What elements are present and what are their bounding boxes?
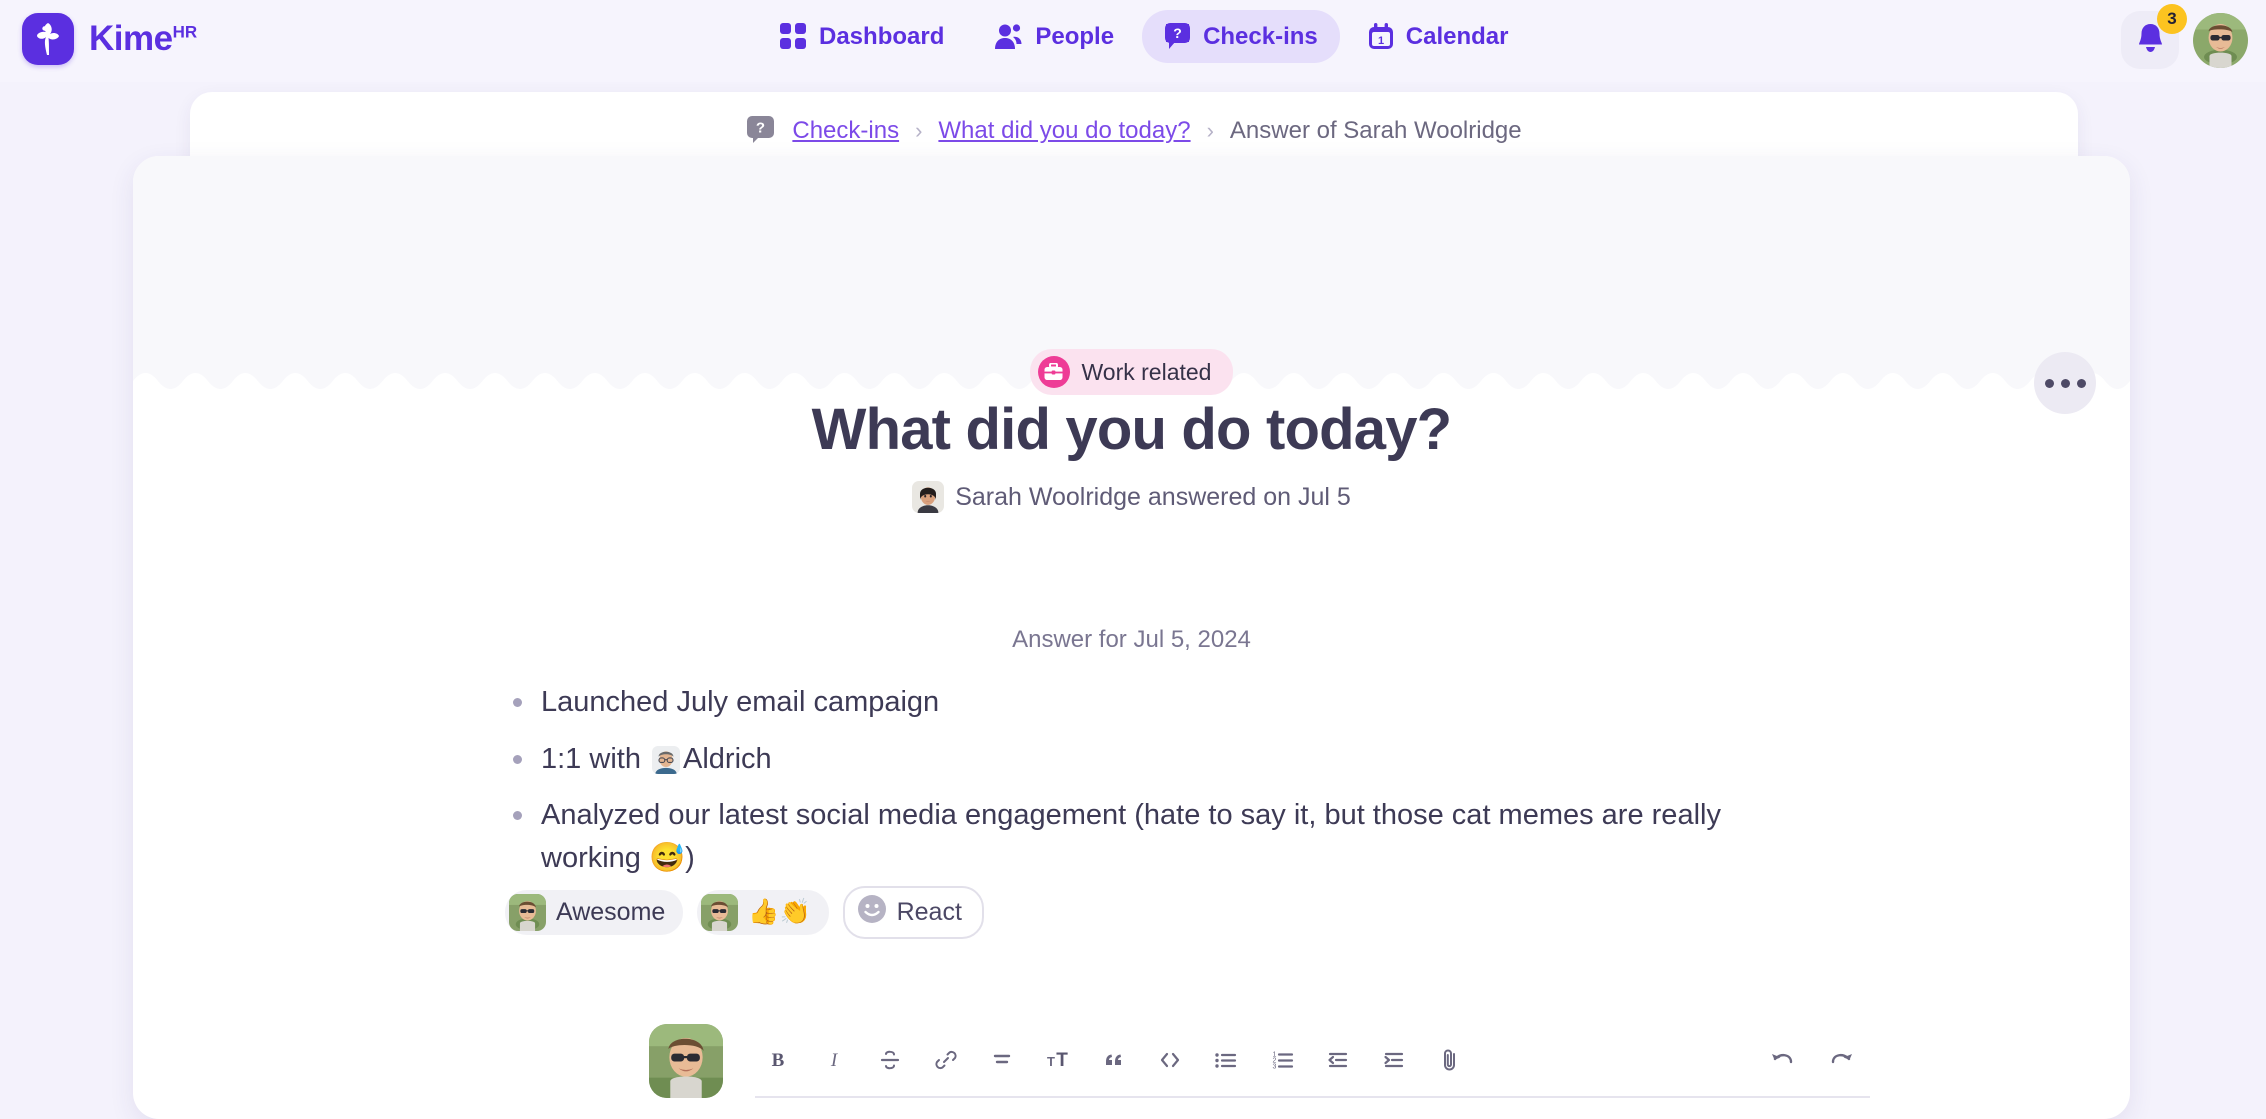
dot [2060,378,2070,388]
nav-item-people[interactable]: People [972,11,1136,63]
nav-label-check-ins: Check-ins [1203,22,1318,50]
breadcrumb-separator: › [1206,118,1214,143]
nav-item-dashboard[interactable]: Dashboard [758,11,966,63]
answer-bullet-text: 1:1 with [541,742,649,775]
author-line: Sarah Woolridge answered on Jul 5 [133,481,2130,513]
outdent-button[interactable] [1315,1037,1361,1083]
nav-right-cluster: 3 [2121,4,2248,69]
strikethrough-button[interactable] [867,1037,913,1083]
svg-text:?: ? [1173,25,1182,41]
status-badge: Work related [1029,349,1234,395]
link-button[interactable] [923,1037,969,1083]
mention-name[interactable]: Aldrich [683,743,772,775]
nav-label-calendar: Calendar [1405,22,1509,50]
editor-toolbar: B I T T 1 2 3 [755,1024,1870,1098]
svg-text:T: T [1047,1054,1055,1069]
briefcase-icon [1037,356,1070,388]
breadcrumb-current: Answer of Sarah Woolridge [1229,117,1522,144]
code-button[interactable] [1147,1037,1193,1083]
answer-bullet-text: Analyzed our latest social media engagem… [541,799,1721,874]
answer-bullet-text: Launched July email campaign [541,686,940,718]
svg-text:?: ? [756,120,765,137]
brand-name: KimeHR [89,19,197,59]
attachment-button[interactable] [1427,1037,1473,1083]
comment-editor: B I T T 1 2 3 [755,1024,1870,1119]
question-bubble-icon: ? [746,116,776,146]
current-user-avatar [649,1024,723,1098]
react-button[interactable]: React [842,886,984,939]
answer-bullet: 1:1 with Aldrich [505,738,1805,781]
reactor-avatar [509,894,546,931]
top-navigation-bar: KimeHR Dashboard People ? Check-ins 1 Ca… [0,0,2266,82]
primary-nav: Dashboard People ? Check-ins 1 Calendar [758,10,1530,63]
svg-text:1: 1 [1378,35,1384,47]
numbered-list-button[interactable]: 1 2 3 [1259,1037,1305,1083]
bold-button[interactable]: B [755,1037,801,1083]
brand-superscript: HR [172,22,198,42]
text-size-button[interactable]: T T [1035,1037,1081,1083]
answer-bullet-list: Launched July email campaign 1:1 with Al… [505,681,1805,894]
smiley-icon [857,894,887,931]
redo-button[interactable] [1818,1037,1864,1083]
kime-logo-icon [22,13,74,65]
brand-logo[interactable]: KimeHR [22,13,197,65]
grid-icon [780,23,807,50]
answer-date-heading: Answer for Jul 5, 2024 [1012,626,1251,653]
svg-text:3: 3 [1272,1064,1276,1071]
nav-label-people: People [1035,22,1115,50]
page-title: What did you do today? [811,397,1452,462]
calendar-icon: 1 [1368,22,1394,51]
status-badge-label: Work related [1081,358,1212,385]
author-avatar [912,481,945,513]
nav-item-check-ins[interactable]: ? Check-ins [1142,10,1340,63]
reaction-label: Awesome [556,898,666,926]
indent-button[interactable] [1371,1037,1417,1083]
people-icon [994,23,1023,50]
breadcrumb-link-question[interactable]: What did you do today? [938,117,1190,145]
reaction-label: 👍👏 [748,898,811,926]
bullet-list-button[interactable] [1203,1037,1249,1083]
mention-avatar [652,745,680,774]
reaction-pill[interactable]: Awesome [505,890,684,935]
svg-text:T: T [1056,1050,1068,1071]
nav-item-calendar[interactable]: 1 Calendar [1346,11,1531,63]
question-bubble-icon: ? [1164,22,1191,51]
answer-bullet: Launched July email campaign [505,681,1805,724]
dot [2076,378,2086,388]
svg-text:I: I [830,1050,839,1071]
author-line-text: Sarah Woolridge answered on Jul 5 [955,482,1351,511]
notifications-button[interactable]: 3 [2121,4,2187,69]
align-button[interactable] [979,1037,1025,1083]
reactor-avatar [701,894,739,931]
nav-label-dashboard: Dashboard [819,22,945,50]
italic-button[interactable]: I [811,1037,857,1083]
dot [2044,378,2054,388]
reactions-row: Awesome 👍👏 React [505,886,984,939]
quote-button[interactable] [1091,1037,1137,1083]
reaction-pill[interactable]: 👍👏 [697,890,829,935]
user-avatar[interactable] [2193,12,2248,68]
react-button-label: React [896,898,962,926]
notification-count-badge: 3 [2157,4,2187,34]
comment-composer: B I T T 1 2 3 [649,1024,1870,1119]
answer-bullet: Analyzed our latest social media engagem… [505,794,1805,879]
brand-name-text: Kime [89,19,173,58]
svg-text:B: B [772,1050,785,1071]
undo-button[interactable] [1760,1037,1806,1083]
answer-card: Work related What did you do today? Sara… [133,156,2130,1119]
breadcrumb-separator: › [915,118,923,143]
editor-history-buttons [1754,1037,1870,1083]
breadcrumb-link-check-ins[interactable]: Check-ins [792,117,899,145]
